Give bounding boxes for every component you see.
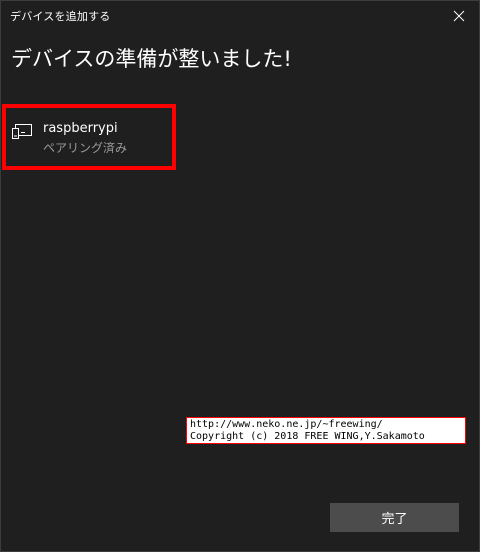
add-device-window: デバイスを追加する デバイスの準備が整いました! raspberrypi ペアリ… [0,0,480,552]
device-status: ペアリング済み [43,141,128,155]
window-title: デバイスを追加する [10,10,111,23]
page-title: デバイスの準備が整いました! [11,47,292,71]
close-button[interactable] [447,5,471,27]
done-button[interactable]: 完了 [330,503,459,532]
title-bar: デバイスを追加する [1,1,479,31]
watermark-copyright: Copyright (c) 2018 FREE WING,Y.Sakamoto [190,431,425,442]
copyright-watermark: http://www.neko.ne.jp/~freewing/ Copyrig… [186,417,466,444]
display-device-icon [12,124,32,139]
close-icon [453,10,465,22]
device-name: raspberrypi [43,121,118,136]
device-list-item[interactable]: raspberrypi ペアリング済み [1,103,177,171]
watermark-url: http://www.neko.ne.jp/~freewing/ [190,419,383,430]
